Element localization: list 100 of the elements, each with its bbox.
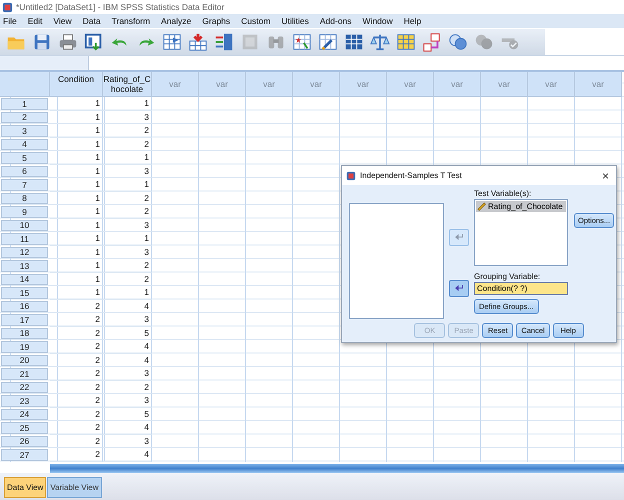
- table-cell[interactable]: 2: [50, 313, 103, 326]
- table-cell[interactable]: 2: [50, 300, 103, 313]
- row-header[interactable]: 10: [1, 220, 48, 231]
- row-header[interactable]: 23: [1, 395, 48, 406]
- row-header[interactable]: 7: [1, 179, 48, 190]
- table-cell[interactable]: 2: [50, 326, 103, 340]
- row-header[interactable]: 11: [1, 233, 48, 244]
- row-header[interactable]: 20: [1, 354, 48, 366]
- table-cell[interactable]: 1: [50, 124, 103, 138]
- test-variables-list[interactable]: Rating_of_Chocolate: [474, 199, 568, 266]
- table-cell[interactable]: 2: [50, 354, 103, 367]
- row-header[interactable]: 17: [1, 314, 48, 326]
- table-cell[interactable]: 1: [103, 151, 152, 164]
- row-header[interactable]: 19: [1, 341, 48, 352]
- table-cell[interactable]: 4: [103, 448, 152, 462]
- menu-item[interactable]: Add-ons: [320, 16, 352, 26]
- row-header[interactable]: 8: [1, 192, 48, 204]
- menu-item[interactable]: Custom: [241, 16, 270, 26]
- table-cell[interactable]: 1: [50, 246, 103, 259]
- row-header[interactable]: 5: [1, 152, 48, 164]
- table-cell[interactable]: 2: [50, 448, 103, 462]
- menu-item[interactable]: Help: [404, 16, 422, 26]
- table-cell[interactable]: 3: [103, 394, 152, 408]
- row-header[interactable]: 21: [1, 368, 48, 380]
- table-cell[interactable]: 2: [50, 340, 103, 354]
- row-header[interactable]: 2: [1, 112, 48, 123]
- table-cell[interactable]: 2: [50, 434, 103, 448]
- table-cell[interactable]: 1: [103, 232, 152, 246]
- table-cell[interactable]: 2: [103, 259, 152, 272]
- table-cell[interactable]: 1: [50, 178, 103, 192]
- table-cell[interactable]: 3: [103, 218, 152, 232]
- table-cell[interactable]: 4: [103, 354, 152, 367]
- row-header[interactable]: 22: [1, 382, 48, 393]
- table-cell[interactable]: 2: [50, 380, 103, 394]
- row-header[interactable]: 4: [1, 138, 48, 150]
- table-cell[interactable]: 2: [50, 367, 103, 380]
- view-tab[interactable]: Variable View: [47, 477, 102, 498]
- table-cell[interactable]: 3: [103, 246, 152, 259]
- table-cell[interactable]: 2: [50, 408, 103, 421]
- close-button[interactable]: ×: [598, 170, 612, 182]
- column-header[interactable]: Rating_of_Chocolate: [103, 72, 152, 97]
- table-cell[interactable]: 1: [50, 286, 103, 300]
- table-cell[interactable]: 1: [50, 205, 103, 218]
- table-cell[interactable]: 5: [103, 326, 152, 340]
- row-header[interactable]: 24: [1, 408, 48, 420]
- table-cell[interactable]: 1: [50, 97, 103, 110]
- table-cell[interactable]: 1: [50, 272, 103, 286]
- table-cell[interactable]: 3: [103, 313, 152, 326]
- table-cell[interactable]: 4: [103, 300, 152, 313]
- table-cell[interactable]: 1: [50, 138, 103, 151]
- row-header[interactable]: 9: [1, 206, 48, 218]
- view-tab[interactable]: Data View: [4, 477, 46, 498]
- table-cell[interactable]: 1: [50, 259, 103, 272]
- list-item[interactable]: Rating_of_Chocolate: [476, 201, 566, 212]
- menu-item[interactable]: Graphs: [202, 16, 230, 26]
- menu-item[interactable]: Edit: [28, 16, 42, 26]
- table-cell[interactable]: 1: [103, 178, 152, 192]
- row-header[interactable]: 16: [1, 300, 48, 312]
- menu-item[interactable]: Analyze: [161, 16, 192, 26]
- table-cell[interactable]: 3: [103, 164, 152, 178]
- row-header[interactable]: 6: [1, 166, 48, 177]
- table-cell[interactable]: 1: [50, 151, 103, 164]
- row-header[interactable]: 25: [1, 422, 48, 434]
- table-cell[interactable]: 1: [50, 164, 103, 178]
- menu-item[interactable]: Data: [82, 16, 101, 26]
- menu-item[interactable]: Utilities: [281, 16, 309, 26]
- table-cell[interactable]: 1: [103, 286, 152, 300]
- row-header[interactable]: 13: [1, 260, 48, 272]
- table-cell[interactable]: 2: [103, 272, 152, 286]
- row-header[interactable]: 3: [1, 125, 48, 136]
- row-header[interactable]: 26: [1, 436, 48, 447]
- menu-item[interactable]: Transform: [112, 16, 150, 26]
- row-header[interactable]: 18: [1, 328, 48, 339]
- table-cell[interactable]: 4: [103, 421, 152, 434]
- row-header[interactable]: 1: [1, 98, 48, 110]
- table-cell[interactable]: 1: [50, 232, 103, 246]
- table-cell[interactable]: 1: [103, 97, 152, 110]
- menu-item[interactable]: File: [3, 16, 17, 26]
- menu-item[interactable]: Window: [362, 16, 393, 26]
- table-cell[interactable]: 2: [103, 380, 152, 394]
- table-cell[interactable]: 1: [50, 110, 103, 124]
- table-cell[interactable]: 2: [50, 394, 103, 408]
- table-cell[interactable]: 3: [103, 367, 152, 380]
- table-cell[interactable]: 3: [103, 434, 152, 448]
- table-cell[interactable]: 1: [50, 218, 103, 232]
- table-cell[interactable]: 2: [103, 192, 152, 205]
- column-header[interactable]: Condition: [50, 72, 103, 97]
- table-cell[interactable]: 2: [103, 124, 152, 138]
- row-header[interactable]: 12: [1, 246, 48, 258]
- grouping-variable-field[interactable]: Condition(? ?): [474, 282, 568, 295]
- table-cell[interactable]: 4: [103, 340, 152, 354]
- table-cell[interactable]: 2: [50, 421, 103, 434]
- table-cell[interactable]: 1: [50, 192, 103, 205]
- table-cell[interactable]: 3: [103, 110, 152, 124]
- menu-item[interactable]: View: [53, 16, 72, 26]
- table-cell[interactable]: 2: [103, 138, 152, 151]
- row-header[interactable]: 15: [1, 287, 48, 298]
- table-cell[interactable]: 5: [103, 408, 152, 421]
- row-header[interactable]: 14: [1, 274, 48, 285]
- row-header[interactable]: 27: [1, 449, 48, 460]
